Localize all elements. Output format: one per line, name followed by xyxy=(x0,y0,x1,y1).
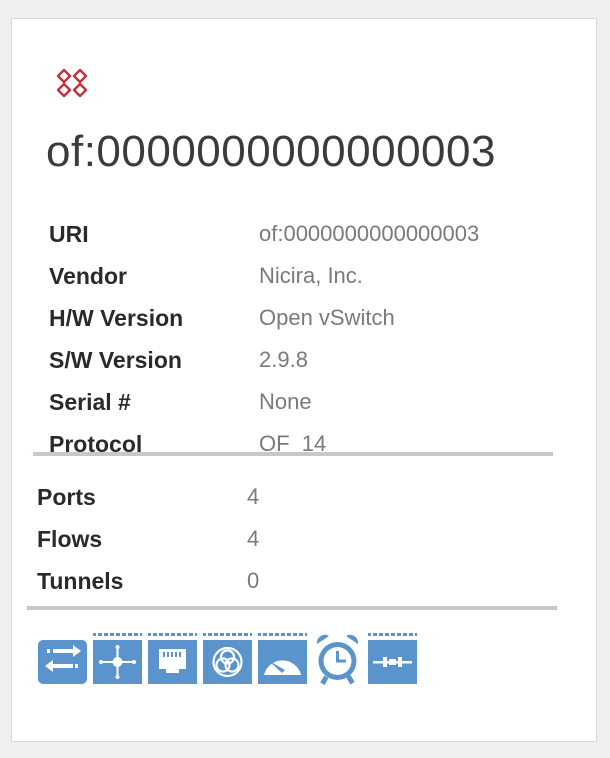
property-row-uri: URI of:0000000000000003 xyxy=(49,213,564,255)
swap-arrows-button[interactable] xyxy=(37,633,88,685)
port-table-icon xyxy=(148,633,197,684)
section-divider xyxy=(27,606,557,610)
group-table-button[interactable] xyxy=(202,633,253,685)
stat-value: 0 xyxy=(247,568,260,593)
device-properties: URI of:0000000000000003 Vendor Nicira, I… xyxy=(49,213,564,465)
stat-row-flows: Flows 4 xyxy=(37,518,552,560)
device-title: of:0000000000000003 xyxy=(46,127,496,176)
device-stats: Ports 4 Flows 4 Tunnels 0 xyxy=(37,476,552,602)
property-row-hw-version: H/W Version Open vSwitch xyxy=(49,297,564,339)
pipeconf-table-button[interactable] xyxy=(367,633,418,685)
property-label: Vendor xyxy=(49,262,127,289)
property-row-serial: Serial # None xyxy=(49,381,564,423)
flow-table-icon xyxy=(93,633,142,684)
swap-arrows-icon xyxy=(38,640,87,684)
property-label: S/W Version xyxy=(49,346,182,373)
property-value: Open vSwitch xyxy=(259,305,395,330)
section-divider xyxy=(33,452,553,456)
property-value: None xyxy=(259,389,312,414)
stat-value: 4 xyxy=(247,484,260,509)
property-value: of:0000000000000003 xyxy=(259,221,480,246)
property-label: H/W Version xyxy=(49,304,184,331)
alarm-clock-button[interactable] xyxy=(312,633,363,685)
property-label: Serial # xyxy=(49,388,131,415)
stat-row-tunnels: Tunnels 0 xyxy=(37,560,552,602)
property-row-vendor: Vendor Nicira, Inc. xyxy=(49,255,564,297)
port-table-button[interactable] xyxy=(147,633,198,685)
property-label: URI xyxy=(49,220,89,247)
meter-table-button[interactable] xyxy=(257,633,308,685)
pipeconf-table-icon xyxy=(368,633,417,684)
alarm-clock-icon xyxy=(316,634,359,685)
meter-table-icon xyxy=(258,633,307,684)
property-value: Nicira, Inc. xyxy=(259,263,363,288)
property-row-sw-version: S/W Version 2.9.8 xyxy=(49,339,564,381)
stat-label: Ports xyxy=(37,483,96,510)
device-action-toolbar xyxy=(37,633,418,685)
group-table-icon xyxy=(203,633,252,684)
property-row-protocol: Protocol OF_14 xyxy=(49,423,564,465)
switch-icon xyxy=(56,68,88,98)
flow-table-button[interactable] xyxy=(92,633,143,685)
stat-value: 4 xyxy=(247,526,260,551)
stat-label: Tunnels xyxy=(37,567,124,594)
stat-label: Flows xyxy=(37,525,103,552)
stat-row-ports: Ports 4 xyxy=(37,476,552,518)
property-value: 2.9.8 xyxy=(259,347,308,372)
